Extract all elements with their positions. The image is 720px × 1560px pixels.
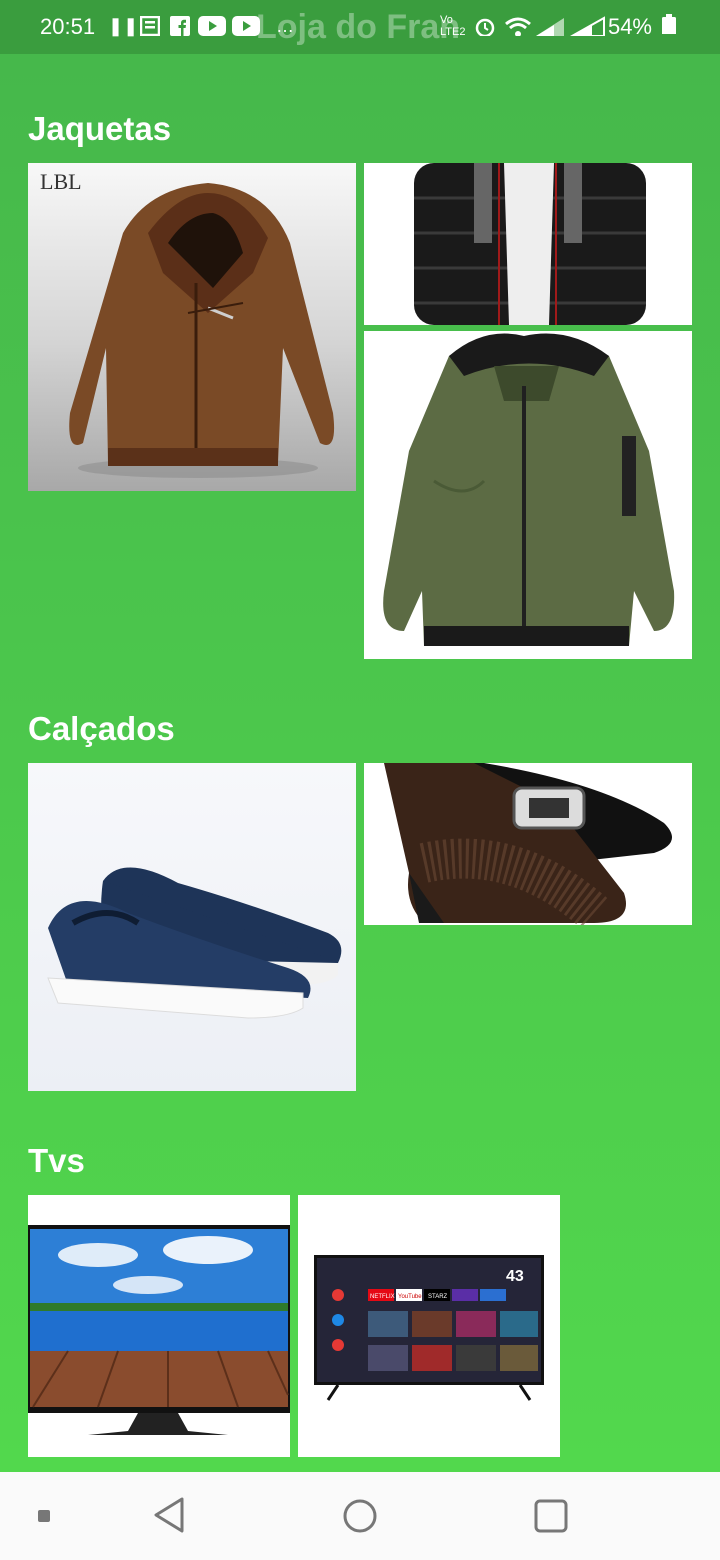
navigation-bar — [0, 1472, 720, 1560]
tv-landscape-image — [28, 1225, 290, 1435]
leather-jacket-image — [69, 183, 335, 478]
recents-icon[interactable] — [534, 1499, 568, 1533]
product-card-smart-tv[interactable]: 43 NETFLIX YouTube STARZ — [298, 1195, 560, 1457]
brand-logo: LBL — [40, 169, 82, 194]
tv-app-starz: STARZ — [428, 1294, 448, 1300]
youtube-icon-2 — [232, 16, 260, 36]
alarm-icon — [475, 18, 495, 36]
product-card-dress-shoe[interactable] — [364, 763, 692, 925]
battery-icon — [662, 14, 676, 34]
menu-dot-icon[interactable] — [38, 1510, 50, 1522]
bomber-jacket-image — [383, 333, 675, 646]
product-card-leather-jacket[interactable]: LBL — [28, 163, 356, 491]
home-icon[interactable] — [342, 1498, 378, 1534]
puffer-jacket-image — [414, 163, 646, 325]
section-title-tvs: Tvs — [28, 1142, 85, 1179]
battery-percent: 54% — [607, 14, 652, 39]
section-title-jaquetas: Jaquetas — [28, 110, 172, 147]
signal-icon-2 — [570, 16, 605, 36]
product-card-slip-on-sneaker[interactable] — [28, 763, 356, 1091]
tv-time-label: 43 — [506, 1268, 524, 1285]
more-notifications-icon: … — [276, 16, 294, 36]
pause-icon: ❚❚ — [108, 16, 139, 36]
tv-app-youtube: YouTube — [398, 1294, 422, 1300]
product-card-tv-landscape[interactable] — [28, 1195, 290, 1457]
tv-app-netflix: NETFLIX — [370, 1294, 395, 1300]
signal-icon — [536, 18, 564, 36]
product-card-puffer-jacket[interactable] — [364, 163, 692, 325]
catalog-content[interactable]: Jaquetas LBL Calçados Tvs 43 NETFLIX You… — [0, 54, 720, 1472]
facebook-icon — [170, 16, 190, 36]
back-icon[interactable] — [152, 1496, 186, 1534]
status-time: 20:51 — [40, 14, 96, 39]
smart-tv-image: 43 NETFLIX YouTube STARZ — [314, 1255, 544, 1401]
wifi-icon — [505, 17, 531, 36]
section-title-calcados: Calçados — [28, 710, 175, 747]
product-card-bomber-jacket[interactable] — [364, 331, 692, 659]
status-bar: Loja do Fran 20:51 ❚❚ … Vo LTE2 54% — [0, 0, 720, 54]
youtube-icon — [198, 16, 226, 36]
slip-on-sneaker-image — [47, 867, 342, 1019]
volte-icon: Vo LTE2 — [440, 14, 466, 38]
dress-shoe-image — [384, 763, 672, 925]
news-icon — [140, 16, 160, 36]
